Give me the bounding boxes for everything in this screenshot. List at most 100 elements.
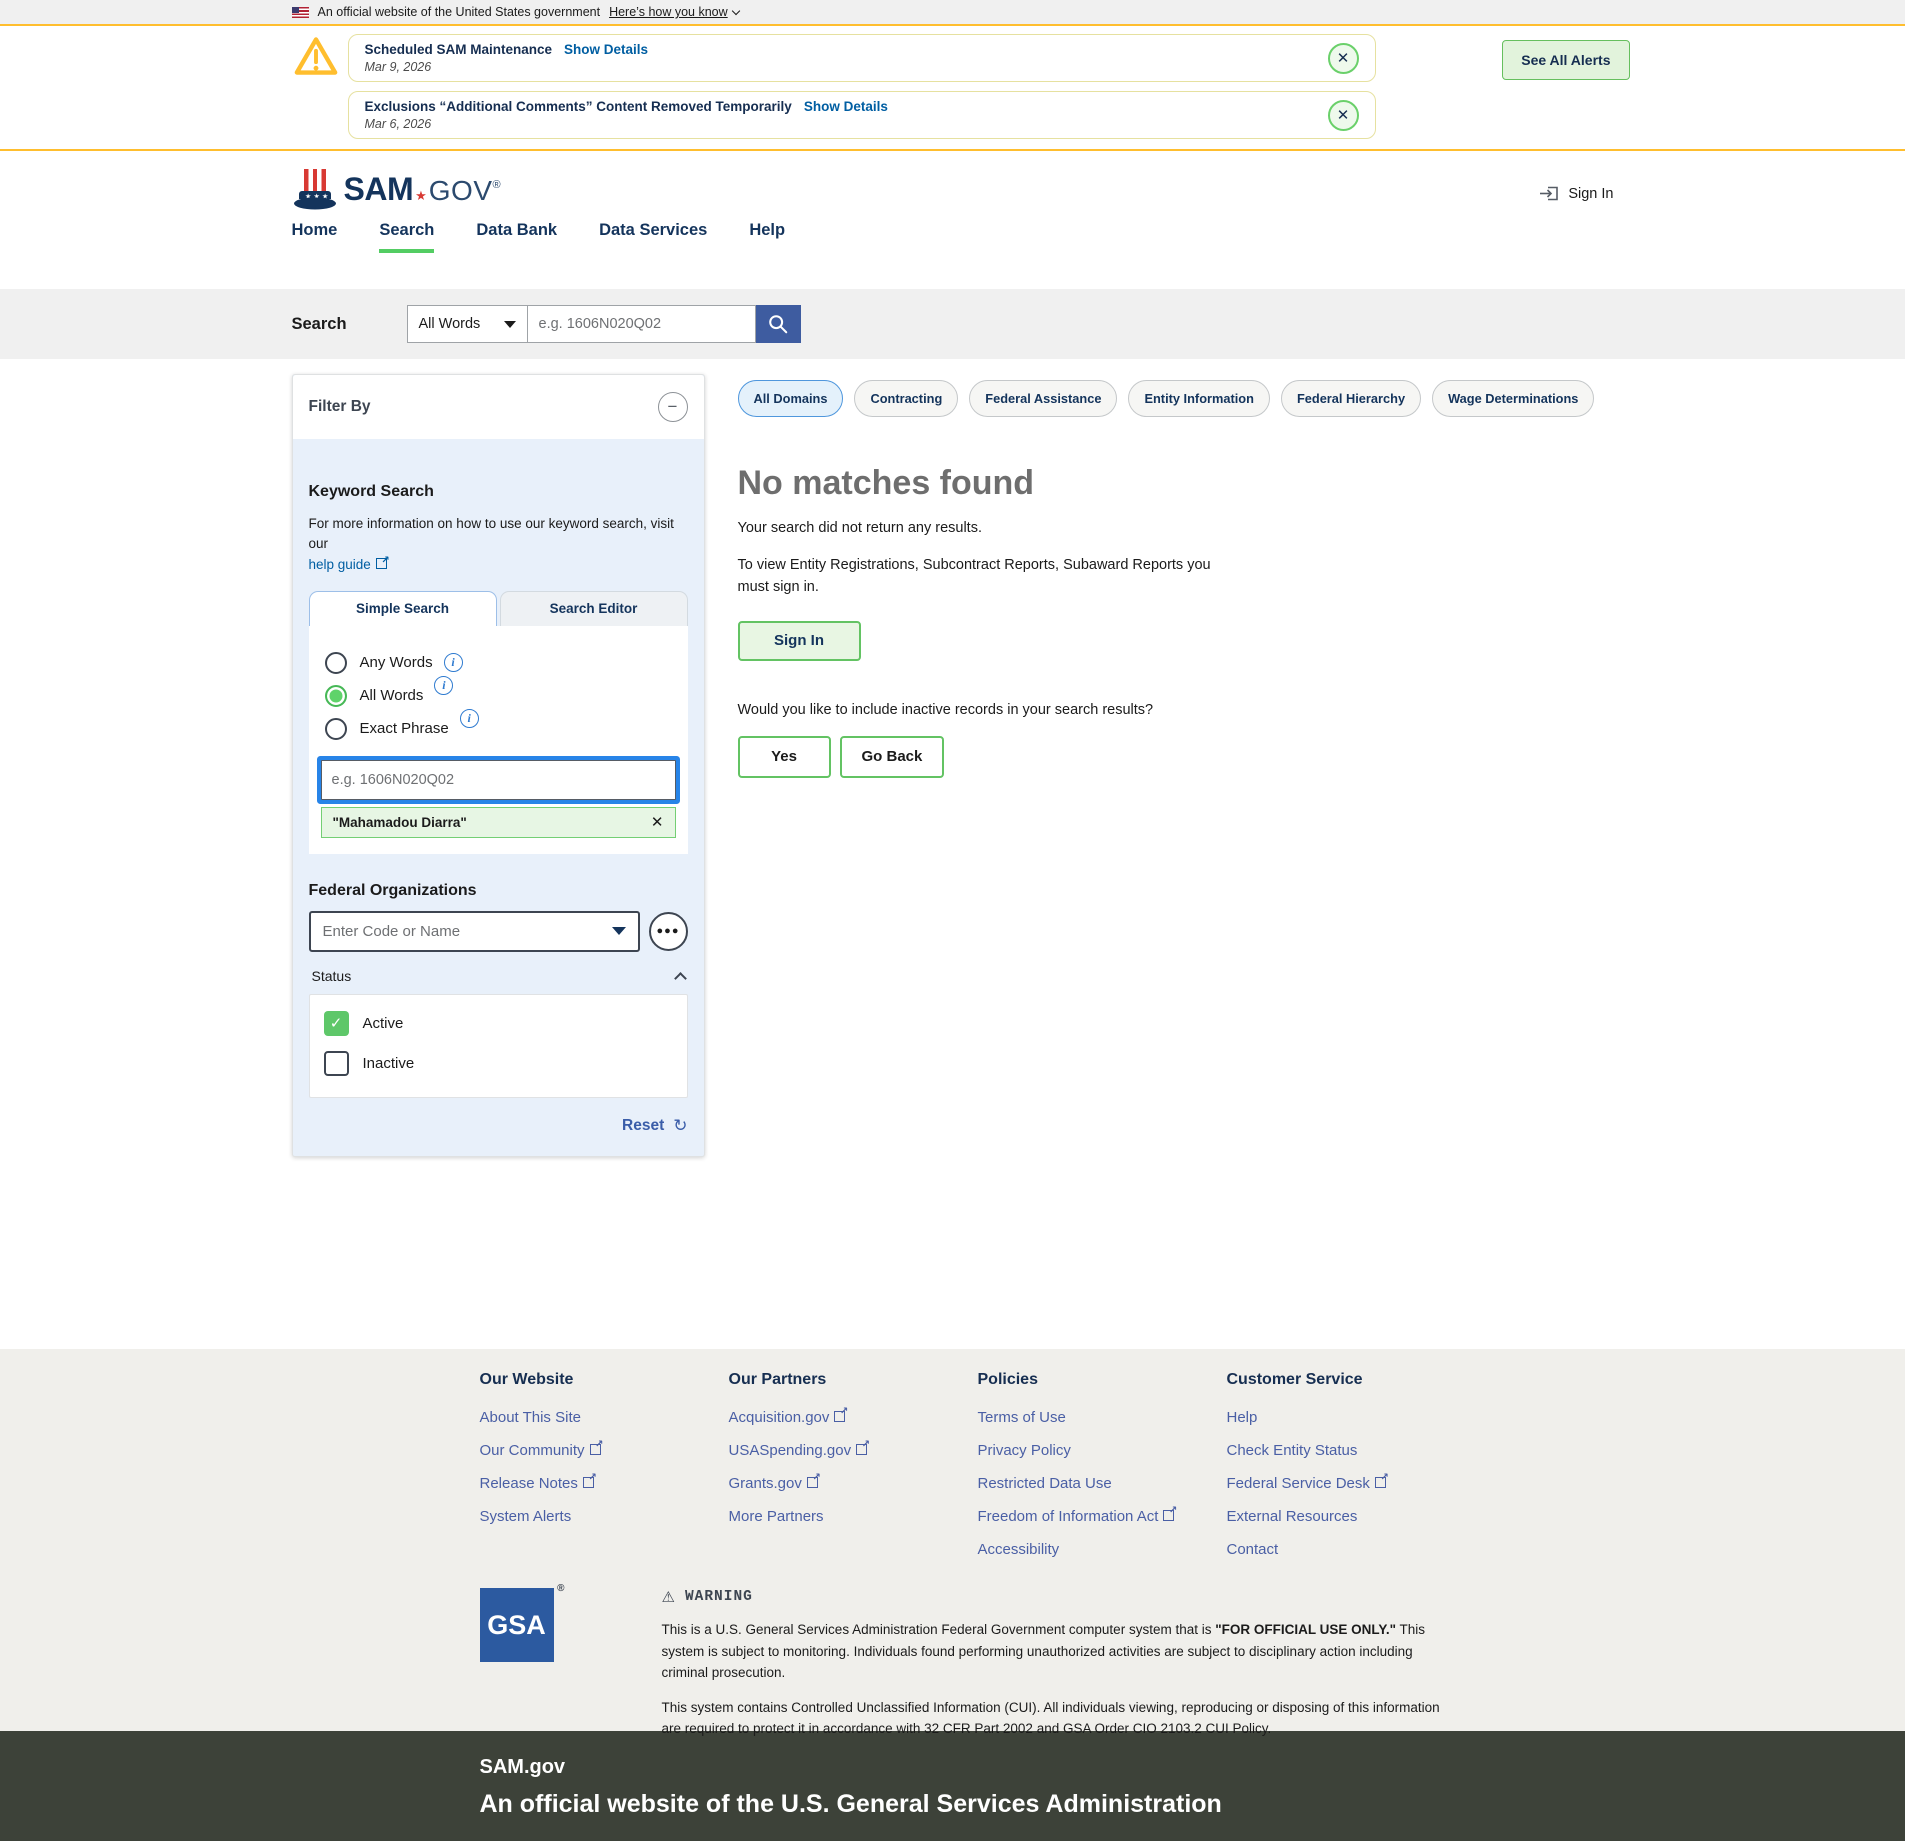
footer-link-privacy-policy[interactable]: Privacy Policy xyxy=(978,1442,1227,1459)
tab-search-editor[interactable]: Search Editor xyxy=(500,591,688,626)
footer-link-restricted-data-use[interactable]: Restricted Data Use xyxy=(978,1475,1227,1492)
footer-link-external-resources[interactable]: External Resources xyxy=(1227,1508,1476,1525)
footer-link-accessibility[interactable]: Accessibility xyxy=(978,1541,1227,1558)
more-options-button[interactable]: ●●● xyxy=(649,912,688,951)
filter-panel: Filter By − Keyword Search For more info… xyxy=(292,374,705,1157)
keyword-search-info: For more information on how to use our k… xyxy=(309,514,688,575)
pill-contracting[interactable]: Contracting xyxy=(854,380,958,417)
go-back-button[interactable]: Go Back xyxy=(840,736,945,778)
radio-exact-phrase[interactable] xyxy=(325,718,347,740)
alert-banner: Scheduled SAM Maintenance Show Details M… xyxy=(292,34,1614,82)
sign-in-button[interactable]: Sign In xyxy=(738,621,861,661)
footer-heading: Customer Service xyxy=(1227,1371,1476,1389)
gsa-logo-text: GSA xyxy=(487,1610,546,1641)
alert-close-button[interactable]: ✕ xyxy=(1328,43,1359,74)
radio-any-words[interactable] xyxy=(325,652,347,674)
footer-link-label: System Alerts xyxy=(480,1508,572,1525)
keyword-search-input[interactable] xyxy=(321,760,676,800)
checkbox-active[interactable]: ✓ xyxy=(324,1011,349,1036)
footer-link-check-entity-status[interactable]: Check Entity Status xyxy=(1227,1442,1476,1459)
checkbox-inactive[interactable] xyxy=(324,1051,349,1076)
radio-all-words[interactable] xyxy=(325,685,347,707)
footer-link-label: Federal Service Desk xyxy=(1227,1475,1370,1492)
results-area: All Domains Contracting Federal Assistan… xyxy=(738,374,1614,778)
footer-link-grants-gov[interactable]: Grants.gov xyxy=(729,1475,978,1492)
gov-banner-text: An official website of the United States… xyxy=(318,5,601,19)
chevron-up-icon xyxy=(674,972,687,985)
nav-item-data-services[interactable]: Data Services xyxy=(599,221,707,253)
checkbox-active-label: Active xyxy=(363,1015,404,1032)
federal-organizations-select[interactable]: Enter Code or Name xyxy=(309,911,640,952)
search-type-select[interactable]: All Words xyxy=(407,305,528,343)
footer-link-help[interactable]: Help xyxy=(1227,1409,1476,1426)
pill-wage-determinations[interactable]: Wage Determinations xyxy=(1432,380,1594,417)
keyword-search-tabs: Simple Search Search Editor xyxy=(309,591,688,626)
footer-link-our-community[interactable]: Our Community xyxy=(480,1442,729,1459)
chevron-down-icon xyxy=(731,6,739,14)
close-icon: ✕ xyxy=(1337,106,1350,124)
reset-filters-button[interactable]: Reset ↻ xyxy=(309,1116,688,1136)
uncle-sam-hat-icon: ★ ★ ★ xyxy=(292,167,338,211)
pill-federal-hierarchy[interactable]: Federal Hierarchy xyxy=(1281,380,1421,417)
alert-show-details-link[interactable]: Show Details xyxy=(804,99,888,114)
nav-item-data-bank[interactable]: Data Bank xyxy=(476,221,557,253)
keyword-tag-remove-button[interactable]: ✕ xyxy=(651,815,664,830)
keyword-tag: "Mahamadou Diarra" ✕ xyxy=(321,807,676,838)
footer-link-about-this-site[interactable]: About This Site xyxy=(480,1409,729,1426)
tab-simple-search[interactable]: Simple Search xyxy=(309,591,497,626)
nav-item-home[interactable]: Home xyxy=(292,221,338,253)
pill-all-domains[interactable]: All Domains xyxy=(738,380,844,417)
gov-banner-how-link[interactable]: Here’s how you know xyxy=(609,5,739,19)
pill-entity-information[interactable]: Entity Information xyxy=(1128,380,1269,417)
help-guide-link[interactable]: help guide xyxy=(309,557,389,572)
sam-gov-logo[interactable]: ★ ★ ★ SAM ★ GOV ® xyxy=(292,167,501,211)
external-link-icon xyxy=(807,1476,820,1488)
footer-link-acquisition-gov[interactable]: Acquisition.gov xyxy=(729,1409,978,1426)
footer-link-contact[interactable]: Contact xyxy=(1227,1541,1476,1558)
global-search-input[interactable] xyxy=(528,305,756,343)
footer-link-more-partners[interactable]: More Partners xyxy=(729,1508,978,1525)
footer-link-foia[interactable]: Freedom of Information Act xyxy=(978,1508,1227,1525)
footer-link-label: Restricted Data Use xyxy=(978,1475,1112,1492)
yes-button[interactable]: Yes xyxy=(738,736,831,778)
alert-banner: Exclusions “Additional Comments” Content… xyxy=(292,91,1614,139)
footer-column-our-partners: Our Partners Acquisition.gov USASpending… xyxy=(729,1371,978,1574)
footer-link-label: Check Entity Status xyxy=(1227,1442,1358,1459)
alert-show-details-link[interactable]: Show Details xyxy=(564,42,648,57)
bottom-identity-bar: SAM.gov An official website of the U.S. … xyxy=(0,1731,1905,1841)
radio-exact-phrase-label: Exact Phrase xyxy=(360,720,449,737)
reset-label: Reset xyxy=(622,1117,664,1135)
status-accordion-toggle[interactable]: Status xyxy=(309,968,688,984)
alert-card: Scheduled SAM Maintenance Show Details M… xyxy=(348,34,1376,82)
domain-filter-pills: All Domains Contracting Federal Assistan… xyxy=(738,380,1614,417)
info-icon[interactable]: i xyxy=(434,676,453,695)
sign-in-link[interactable]: Sign In xyxy=(1539,185,1613,202)
footer-link-release-notes[interactable]: Release Notes xyxy=(480,1475,729,1492)
see-all-alerts-button[interactable]: See All Alerts xyxy=(1502,40,1629,80)
select-caret-icon xyxy=(612,927,626,935)
warning-title: WARNING xyxy=(685,1589,753,1605)
search-band: Search All Words xyxy=(0,289,1905,359)
nav-item-help[interactable]: Help xyxy=(749,221,785,253)
footer-link-system-alerts[interactable]: System Alerts xyxy=(480,1508,729,1525)
footer-link-terms-of-use[interactable]: Terms of Use xyxy=(978,1409,1227,1426)
content-area: Filter By − Keyword Search For more info… xyxy=(0,359,1905,1349)
keyword-search-heading: Keyword Search xyxy=(309,483,688,501)
info-icon[interactable]: i xyxy=(444,653,463,672)
nav-item-search[interactable]: Search xyxy=(379,221,434,253)
refresh-icon: ↻ xyxy=(673,1116,687,1136)
footer-link-label: Release Notes xyxy=(480,1475,578,1492)
collapse-filters-button[interactable]: − xyxy=(658,392,688,422)
warning-text: This is a U.S. General Services Administ… xyxy=(662,1622,1216,1637)
footer-heading: Policies xyxy=(978,1371,1227,1389)
alerts-section: See All Alerts Scheduled SAM Maintenance… xyxy=(0,26,1905,151)
search-submit-button[interactable] xyxy=(756,305,801,343)
alert-card: Exclusions “Additional Comments” Content… xyxy=(348,91,1376,139)
alert-date: Mar 6, 2026 xyxy=(365,117,888,131)
pill-federal-assistance[interactable]: Federal Assistance xyxy=(969,380,1117,417)
footer-link-usaspending-gov[interactable]: USASpending.gov xyxy=(729,1442,978,1459)
alert-close-button[interactable]: ✕ xyxy=(1328,100,1359,131)
footer-column-customer-service: Customer Service Help Check Entity Statu… xyxy=(1227,1371,1476,1574)
info-icon[interactable]: i xyxy=(460,709,479,728)
footer-link-federal-service-desk[interactable]: Federal Service Desk xyxy=(1227,1475,1476,1492)
